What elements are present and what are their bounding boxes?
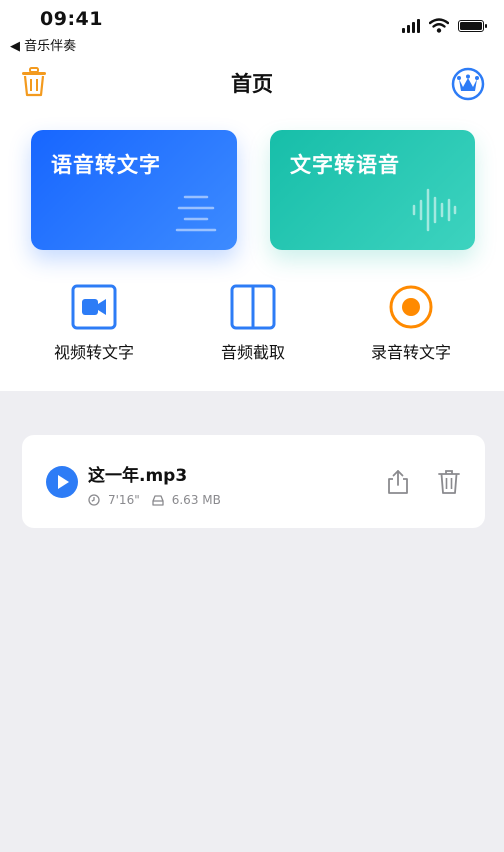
text-lines-icon [175,195,217,232]
file-meta: 7'16" 6.63 MB [88,493,221,507]
status-icons [402,18,487,33]
list-item[interactable]: 这一年.mp3 7'16" 6.63 MB [22,435,485,528]
page-title: 首页 [231,72,273,96]
cellular-signal-icon [402,18,420,33]
card-label: 文字转语音 [290,153,400,177]
storage-icon [152,495,164,506]
top-section: 09:41 ◀ 音乐伴奏 首页 语音转文字 文字转语音 视频转文字 音频截取 录… [0,0,504,391]
tool-label: 音频截取 [220,343,285,362]
text-to-speech-card[interactable]: 文字转语音 [270,130,475,250]
battery-icon [458,19,487,32]
status-time: 09:41 [40,8,103,30]
back-to-app-link[interactable]: ◀ 音乐伴奏 [10,35,76,54]
delete-icon[interactable] [437,469,461,495]
audio-trim-button[interactable]: 音频截取 [193,282,313,363]
share-icon[interactable] [387,469,409,495]
recording-to-text-button[interactable]: 录音转文字 [351,282,471,363]
tool-row: 视频转文字 音频截取 录音转文字 [0,282,504,372]
file-name: 这一年.mp3 [88,466,188,486]
tool-label: 录音转文字 [370,343,451,362]
speech-to-text-card[interactable]: 语音转文字 [31,130,237,250]
wifi-icon [429,18,449,33]
file-duration: 7'16" [108,493,140,507]
waveform-icon [412,188,457,232]
record-icon [389,285,433,329]
video-icon [71,284,117,330]
battery-level [460,21,482,30]
video-to-text-button[interactable]: 视频转文字 [34,282,154,363]
split-icon [230,284,276,330]
card-label: 语音转文字 [51,153,161,177]
play-icon[interactable] [46,466,78,498]
file-size: 6.63 MB [171,493,221,507]
clock-icon [88,494,100,506]
tool-label: 视频转文字 [53,343,134,362]
crown-icon[interactable] [451,67,485,101]
